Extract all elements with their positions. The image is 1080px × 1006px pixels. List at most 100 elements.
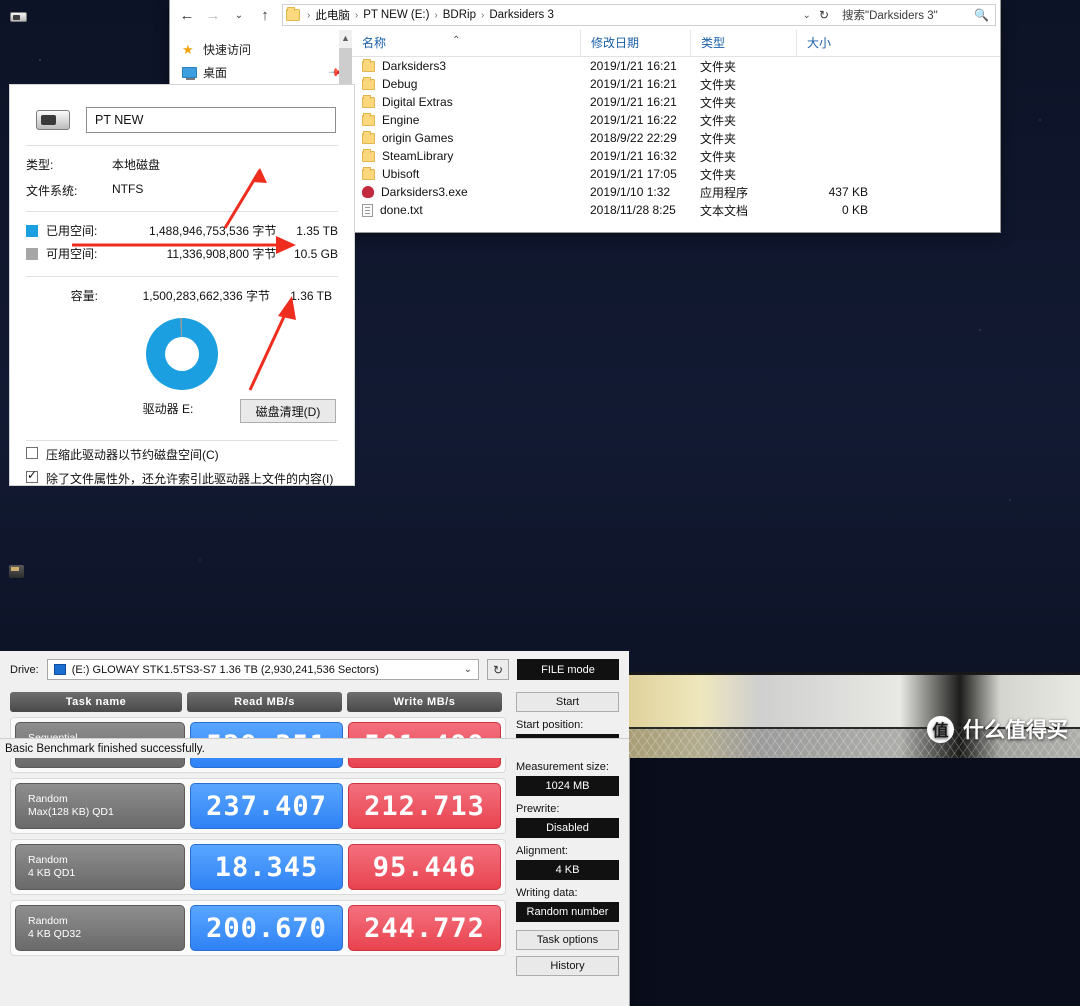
benchmark-task-cell[interactable]: Random 4 KB QD1 [15,844,185,890]
used-space-swatch [26,224,38,237]
text-file-icon [362,203,373,217]
used-space-bytes: 1,488,946,753,536 字节 [148,224,277,238]
table-row[interactable]: Darksiders3.exe 2019/1/10 1:32 应用程序 437 KB [352,183,1000,201]
file-type: 文本文档 [700,203,749,218]
filesystem-value: NTFS [112,182,144,196]
refresh-icon[interactable]: ↻ [817,8,833,22]
back-icon[interactable]: ← [174,2,200,28]
application-icon [362,186,374,198]
column-header-size[interactable]: 大小 [796,29,886,57]
divider [26,276,338,277]
prewrite-value[interactable]: Disabled [516,818,619,838]
chevron-down-icon: ⌄ [463,664,472,675]
folder-icon [362,148,375,162]
file-name: Digital Extras [382,95,453,109]
folder-icon [362,76,375,90]
compress-drive-checkbox[interactable] [26,447,38,459]
column-header-type[interactable]: 类型 [690,29,796,57]
explorer-navigation-bar: ← → ⌄ ↑ › 此电脑 › PT NEW (E:) › BDRip › Da… [170,0,1000,30]
file-type: 文件夹 [700,113,737,128]
file-date: 2019/1/21 17:05 [590,167,677,181]
compress-drive-checkbox-row[interactable]: 压缩此驱动器以节约磁盘空间(C) [26,446,219,463]
benchmark-write-value: 95.446 [348,844,501,890]
file-name: origin Games [382,131,454,145]
file-date: 2019/1/21 16:21 [590,59,677,73]
table-row[interactable]: Digital Extras 2019/1/21 16:21 文件夹 [352,93,1000,111]
general-tab-panel: PT NEW 类型: 本地磁盘 文件系统: NTFS 已用空间: 1,488,9… [9,84,355,486]
drive-select[interactable]: (E:) GLOWAY STK1.5TS3-S7 1.36 TB (2,930,… [46,659,479,680]
filesystem-row: 文件系统: NTFS [26,182,338,199]
start-button[interactable]: Start [516,692,619,712]
search-input[interactable]: 搜索"Darksiders 3" 🔍 [836,4,996,26]
sort-ascending-icon: ⌃ [452,34,461,46]
recent-locations-icon[interactable]: ⌄ [226,2,252,28]
file-mode-button[interactable]: FILE mode [517,659,619,680]
table-row[interactable]: Darksiders3 2019/1/21 16:21 文件夹 [352,57,1000,75]
file-name: Debug [382,77,418,91]
index-contents-checkbox-row[interactable]: 除了文件属性外，还允许索引此驱动器上文件的内容(I) [26,468,333,487]
capacity-row: 容量: 1,500,283,662,336 字节 1.36 TB [26,287,338,304]
task-options-button[interactable]: Task options [516,930,619,950]
table-row[interactable]: SteamLibrary 2019/1/21 16:32 文件夹 [352,147,1000,165]
divider [26,211,338,212]
disk-cleanup-button[interactable]: 磁盘清理(D) [240,399,336,423]
chevron-down-icon[interactable]: ⌄ [797,10,817,21]
forward-icon[interactable]: → [200,2,226,28]
sidebar-item-desktop[interactable]: 桌面 📌 [170,61,352,84]
prewrite-label: Prewrite: [516,803,560,815]
table-row[interactable]: Debug 2019/1/21 16:21 文件夹 [352,75,1000,93]
disk-icon [10,12,27,22]
breadcrumb-current[interactable]: Darksiders 3 [487,9,556,21]
free-space-bytes: 11,336,908,800 字节 [166,247,277,261]
search-icon: 🔍 [974,8,989,22]
folder-icon [286,7,300,21]
breadcrumb-separator: › [481,9,485,21]
file-size: 437 KB [828,185,868,199]
history-button[interactable]: History [516,956,619,976]
refresh-icon[interactable]: ↻ [487,659,509,680]
benchmark-task-cell[interactable]: Random Max(128 KB) QD1 [15,783,185,829]
drive-properties-dialog: PT NEW (E:) 属性 ✕ ReadyBoost 以前的版本 配额 自定义… [0,0,364,748]
alignment-value[interactable]: 4 KB [516,860,619,880]
breadcrumb-drive[interactable]: PT NEW (E:) [361,9,431,21]
breadcrumb-bdrip[interactable]: BDRip [441,9,478,21]
column-header-name[interactable]: 名称 ⌃ [352,30,580,57]
filesystem-label: 文件系统: [26,184,78,198]
txbench-app-icon [9,564,24,578]
file-name: Darksiders3 [382,59,447,73]
sidebar-item-quick-access[interactable]: ★ 快速访问 [170,38,352,61]
benchmark-table: Task name Read MB/s Write MB/s Sequentia… [10,692,506,976]
task-line-2: 4 KB QD1 [28,867,76,879]
scroll-up-icon[interactable]: ▲ [339,30,352,47]
txbench-status-bar: Basic Benchmark finished successfully. [0,738,629,758]
benchmark-task-cell[interactable]: Random 4 KB QD32 [15,905,185,951]
breadcrumb-this-pc[interactable]: 此电脑 [313,7,352,23]
table-row[interactable]: Ubisoft 2019/1/21 17:05 文件夹 [352,165,1000,183]
file-type: 文件夹 [700,167,737,182]
drive-type-row: 类型: 本地磁盘 [26,156,338,173]
divider [26,145,338,146]
column-header-date[interactable]: 修改日期 [580,29,690,57]
volume-label-input[interactable]: PT NEW [86,107,336,133]
task-line-1: Random [28,793,68,805]
benchmark-settings-panel: Start Start position: 0 MB Measurement s… [516,692,619,976]
table-row[interactable]: Engine 2019/1/21 16:22 文件夹 [352,111,1000,129]
compress-drive-label: 压缩此驱动器以节约磁盘空间(C) [46,448,219,462]
watermark-text: 什么值得买 [963,719,1068,742]
drive-icon [53,664,66,675]
free-space-swatch [26,247,38,260]
header-task-name: Task name [10,692,182,712]
up-icon[interactable]: ↑ [252,2,278,28]
index-contents-checkbox[interactable] [26,468,38,483]
table-row[interactable]: origin Games 2018/9/22 22:29 文件夹 [352,129,1000,147]
file-name: Ubisoft [382,167,420,181]
address-bar[interactable]: › 此电脑 › PT NEW (E:) › BDRip › Darksiders… [282,4,837,26]
table-row[interactable]: done.txt 2018/11/28 8:25 文本文档 0 KB [352,201,1000,219]
writing-data-value[interactable]: Random number [516,902,619,922]
file-type: 文件夹 [700,59,737,74]
capacity-human: 1.36 TB [290,288,332,303]
benchmark-read-value: 237.407 [190,783,343,829]
measurement-size-value[interactable]: 1024 MB [516,776,619,796]
used-space-human: 1.35 TB [296,223,338,238]
start-position-label: Start position: [516,719,584,731]
